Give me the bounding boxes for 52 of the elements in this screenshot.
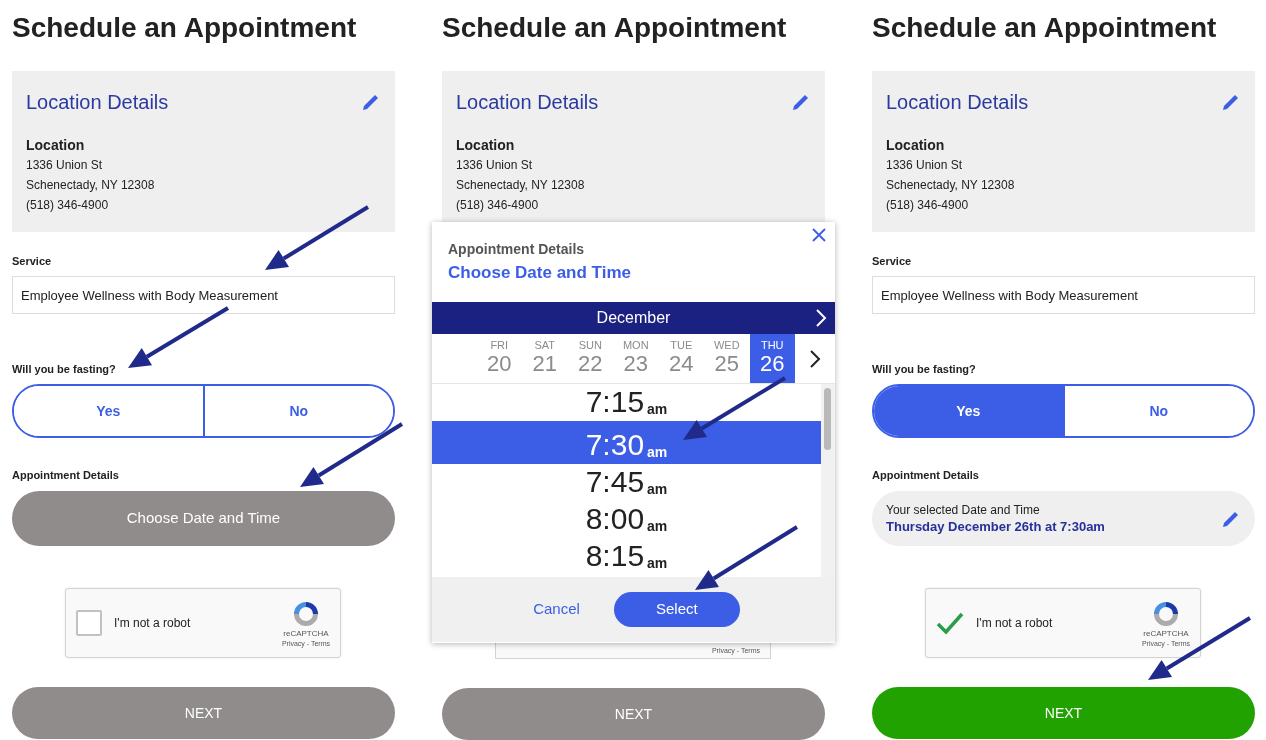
address-line: Schenectady, NY 12308 [886, 177, 1016, 194]
close-icon[interactable] [811, 227, 827, 243]
selected-caption: Your selected Date and Time [886, 501, 1041, 518]
address-line: 1336 Union St [886, 157, 964, 174]
day-option[interactable]: THU 26 [749, 334, 795, 383]
address-line: Schenectady, NY 12308 [26, 177, 156, 194]
toggle-option[interactable]: Yes [874, 386, 1063, 436]
field-label: Appointment Details [872, 468, 980, 483]
page-title: Schedule an Appointment [872, 11, 1218, 45]
pencil-icon[interactable] [791, 92, 811, 112]
dialog-title: Choose Date and Time [448, 262, 632, 284]
location-label: Location [456, 136, 516, 155]
toggle-option[interactable]: No [1062, 386, 1253, 436]
service-field[interactable]: Employee Wellness with Body Measurement [12, 276, 395, 314]
address-line: 1336 Union St [456, 157, 534, 174]
address-line: (518) 346-4900 [886, 197, 970, 214]
captcha-brand: reCAPTCHA [1143, 628, 1189, 639]
card-title: Location Details [456, 90, 599, 115]
scrollbar[interactable] [821, 384, 835, 577]
month-label: December [596, 308, 671, 328]
cancel-link[interactable]: Cancel [527, 597, 586, 622]
pencil-icon[interactable] [361, 92, 381, 112]
captcha-label: I'm not a robot [976, 615, 1054, 632]
page-title: Schedule an Appointment [442, 11, 788, 45]
captcha-brand: reCAPTCHA [283, 628, 329, 639]
card-title: Location Details [26, 90, 169, 115]
captcha-label: I'm not a robot [114, 615, 192, 632]
location-label: Location [886, 136, 946, 155]
address-line: Schenectady, NY 12308 [456, 177, 586, 194]
address-line: 1336 Union St [26, 157, 104, 174]
field-label: Will you be fasting? [12, 362, 117, 377]
field-label: Service [12, 254, 53, 269]
time-slot[interactable]: 7:30 am [432, 421, 821, 464]
field-label: Will you be fasting? [872, 362, 977, 377]
choose-date-time-button[interactable]: Choose Date and Time [12, 491, 395, 546]
location-label: Location [26, 136, 86, 155]
address-line: (518) 346-4900 [26, 197, 110, 214]
select-button[interactable]: Select [613, 592, 740, 627]
field-label: Service [872, 254, 913, 269]
dialog-subtitle: Appointment Details [448, 240, 586, 258]
chevron-right-icon[interactable] [809, 349, 821, 370]
pencil-icon[interactable] [1221, 92, 1241, 112]
checkbox[interactable] [76, 610, 102, 636]
checkmark-icon[interactable] [936, 611, 964, 635]
next-button[interactable]: NEXT [872, 687, 1255, 739]
toggle-option[interactable]: No [202, 386, 393, 436]
address-line: (518) 346-4900 [456, 197, 540, 214]
field-label: Appointment Details [12, 468, 120, 483]
page-title: Schedule an Appointment [12, 11, 358, 45]
selected-date-time: Thursday December 26th at 7:30am [886, 517, 1105, 536]
service-field[interactable]: Employee Wellness with Body Measurement [872, 276, 1255, 314]
card-title: Location Details [886, 90, 1029, 115]
